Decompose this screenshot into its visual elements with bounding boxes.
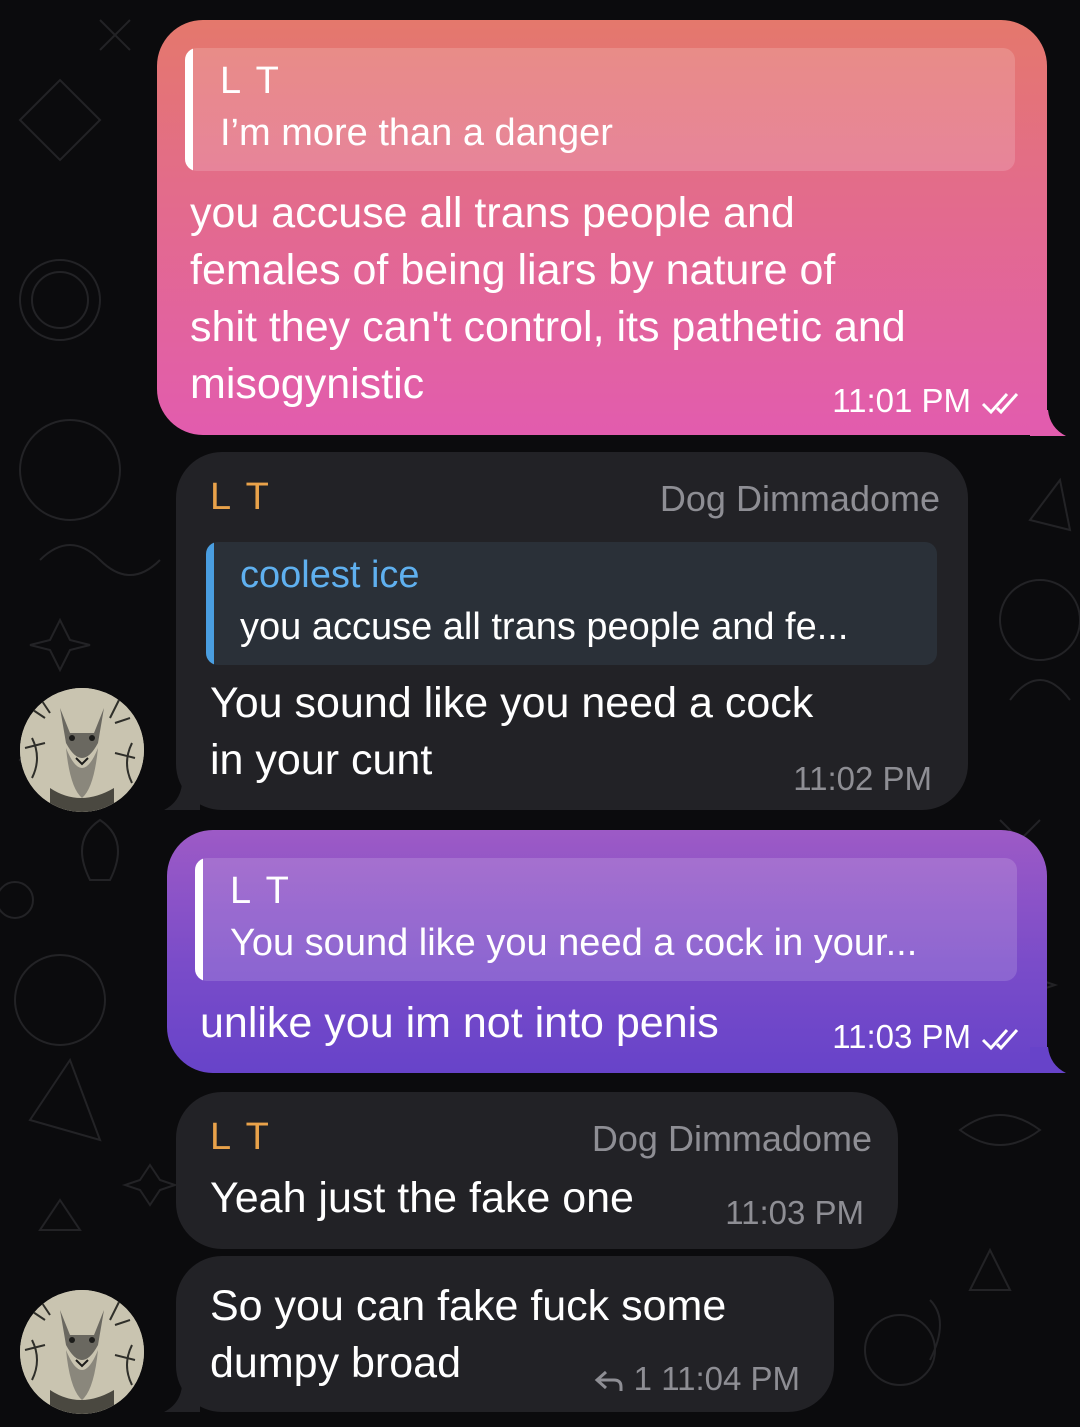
message-time: 11:03 PM (725, 1194, 864, 1231)
reply-quote[interactable]: L T You sound like you need a cock in yo… (195, 858, 1017, 981)
reply-quote-name: coolest ice (240, 554, 420, 596)
message-line: you accuse all trans people and (190, 189, 795, 237)
sender-tag: Dog Dimmadome (659, 478, 940, 519)
outgoing-message-bubble[interactable]: L T I’m more than a danger you accuse al… (157, 20, 1047, 435)
message-meta: 1 11:04 PM (594, 1360, 800, 1398)
incoming-message-bubble[interactable]: So you can fake fuck some dumpy broad 1 … (176, 1256, 834, 1412)
bubble-tail (1030, 410, 1066, 436)
outgoing-message-bubble[interactable]: L T You sound like you need a cock in yo… (167, 830, 1047, 1073)
message-time: 11:04 PM (661, 1360, 800, 1397)
wolf-icon (20, 688, 144, 812)
message-text: unlike you im not into penis (200, 995, 719, 1052)
double-check-icon (981, 393, 1019, 415)
reply-count[interactable]: 1 (634, 1360, 652, 1397)
message-line: shit they can't control, its pathetic an… (190, 303, 906, 351)
reply-quote[interactable]: coolest ice you accuse all trans people … (206, 542, 937, 665)
sender-name[interactable]: L T (210, 476, 272, 519)
message-time: 11:02 PM (793, 760, 932, 797)
message-time: 11:01 PM (832, 382, 971, 419)
reply-arrow-icon[interactable] (594, 1368, 624, 1394)
message-time-row: 11:01 PM (832, 382, 1027, 420)
double-check-icon (981, 1029, 1019, 1051)
bubble-tail (1030, 1047, 1066, 1073)
reply-quote-bar (185, 48, 193, 171)
sender-tag: Dog Dimmadome (591, 1118, 872, 1159)
reply-quote-bar (195, 858, 203, 981)
message-time: 11:03 PM (832, 1018, 971, 1055)
message-text: Yeah just the fake one (210, 1170, 634, 1227)
message-line: So you can fake fuck some (210, 1282, 727, 1330)
reply-quote-text: You sound like you need a cock in your..… (230, 922, 918, 964)
reply-quote-name: L T (220, 60, 282, 102)
reply-quote-text: you accuse all trans people and fe... (240, 606, 849, 648)
reply-quote-bar (206, 542, 214, 665)
message-line: unlike you im not into penis (200, 999, 719, 1047)
reply-quote-name: L T (230, 870, 292, 912)
incoming-message-bubble[interactable]: L T Dog Dimmadome Yeah just the fake one… (176, 1092, 898, 1249)
bubble-tail (164, 1386, 200, 1412)
message-line: You sound like you need a cock (210, 679, 814, 727)
bubble-tail (164, 784, 200, 810)
wolf-avatar[interactable] (20, 1290, 144, 1414)
incoming-message-bubble[interactable]: L T Dog Dimmadome coolest ice you accuse… (176, 452, 968, 810)
reply-quote-text: I’m more than a danger (220, 112, 613, 154)
reply-quote[interactable]: L T I’m more than a danger (185, 48, 1015, 171)
wolf-avatar[interactable] (20, 688, 144, 812)
message-time-row: 11:03 PM (832, 1018, 1027, 1056)
message-text: you accuse all trans people and females … (190, 185, 906, 413)
sender-name[interactable]: L T (210, 1116, 272, 1159)
message-line: Yeah just the fake one (210, 1174, 634, 1222)
message-line: in your cunt (210, 736, 433, 784)
message-line: misogynistic (190, 360, 425, 408)
wolf-icon (20, 1290, 144, 1414)
message-text: You sound like you need a cock in your c… (210, 675, 813, 789)
message-line: females of being liars by nature of (190, 246, 836, 294)
